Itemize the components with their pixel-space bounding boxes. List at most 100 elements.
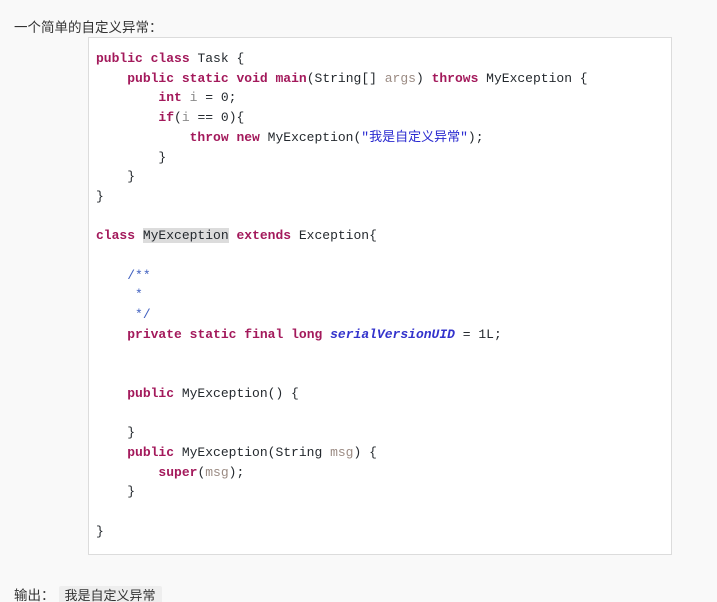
- code-line: }: [96, 522, 671, 542]
- code-token: }: [96, 149, 167, 165]
- code-token: final: [244, 326, 284, 342]
- code-line: throw new MyException("我是自定义异常");: [96, 128, 671, 148]
- code-token: args: [384, 70, 416, 86]
- code-token: "我是自定义异常": [361, 129, 468, 145]
- code-token: ;: [228, 90, 237, 106]
- code-token: msg: [205, 464, 229, 480]
- code-token: 0: [220, 90, 229, 106]
- code-token: /**: [127, 267, 151, 283]
- java-source: public class Task { public static void m…: [96, 49, 671, 542]
- code-line: */: [96, 305, 671, 325]
- code-line: /**: [96, 266, 671, 286]
- code-token: Exception{: [291, 228, 377, 244]
- code-token: }: [96, 169, 136, 185]
- code-line: private static final long serialVersionU…: [96, 325, 671, 345]
- code-token: public: [127, 385, 175, 401]
- code-line: if(i == 0){: [96, 108, 671, 128]
- code-token: ) {: [353, 445, 377, 461]
- code-token: MyException: [142, 228, 229, 244]
- code-token: ==: [189, 110, 221, 126]
- code-token: =: [454, 326, 479, 342]
- code-token: ){: [228, 110, 245, 126]
- code-line: super(msg);: [96, 463, 671, 483]
- code-token: );: [467, 129, 484, 145]
- code-line: int i = 0;: [96, 88, 671, 108]
- code-token: =: [197, 90, 221, 106]
- code-token: throws: [431, 70, 479, 86]
- code-token: );: [228, 464, 245, 480]
- code-token: private: [127, 326, 182, 342]
- code-token: int: [158, 90, 182, 106]
- code-line: public static void main(String[] args) t…: [96, 69, 671, 89]
- code-token: class: [96, 228, 136, 244]
- code-token: msg: [330, 445, 354, 461]
- code-token: MyException() {: [174, 385, 299, 401]
- code-token: new: [236, 129, 260, 145]
- code-token: MyException(: [259, 129, 362, 145]
- output-label: 输出：: [14, 587, 55, 602]
- code-token: public: [127, 445, 175, 461]
- code-line: }: [96, 187, 671, 207]
- code-line: class MyException extends Exception{: [96, 226, 671, 246]
- code-token: (String[]: [306, 70, 385, 86]
- code-token: (: [174, 110, 182, 126]
- code-token: }: [96, 188, 104, 204]
- code-line: }: [96, 148, 671, 168]
- code-token: *: [135, 287, 143, 303]
- code-token: i: [181, 110, 190, 126]
- code-token: 0: [220, 110, 229, 126]
- code-line: public MyException() {: [96, 384, 671, 404]
- code-line: }: [96, 482, 671, 502]
- code-token: public: [96, 51, 143, 66]
- output-value: 我是自定义异常: [58, 585, 162, 602]
- output-line: 输出： 我是自定义异常: [14, 585, 162, 602]
- code-token: super: [158, 464, 198, 480]
- code-token: throw: [189, 129, 229, 145]
- code-token: class: [150, 51, 190, 66]
- code-token: main: [275, 70, 307, 86]
- code-token: }: [96, 484, 136, 500]
- code-block[interactable]: public class Task { public static void m…: [88, 37, 672, 555]
- code-line: }: [96, 167, 671, 187]
- code-token: static: [189, 326, 237, 342]
- code-token: public: [127, 70, 175, 86]
- code-line: public class Task {: [96, 49, 671, 69]
- code-token: 1L: [478, 326, 494, 342]
- code-token: MyException(String: [174, 445, 331, 461]
- code-line: public MyException(String msg) {: [96, 443, 671, 463]
- code-token: serialVersionUID: [330, 326, 455, 342]
- code-line: *: [96, 285, 671, 305]
- code-token: }: [96, 425, 136, 441]
- code-token: Task {: [189, 51, 245, 66]
- page-root: 一个简单的自定义异常： public class Task { public s…: [0, 0, 717, 602]
- code-token: if: [158, 110, 175, 126]
- code-token: }: [96, 523, 104, 539]
- code-token: long: [291, 326, 323, 342]
- code-token: void: [236, 70, 268, 86]
- code-line: }: [96, 423, 671, 443]
- code-token: static: [181, 70, 229, 86]
